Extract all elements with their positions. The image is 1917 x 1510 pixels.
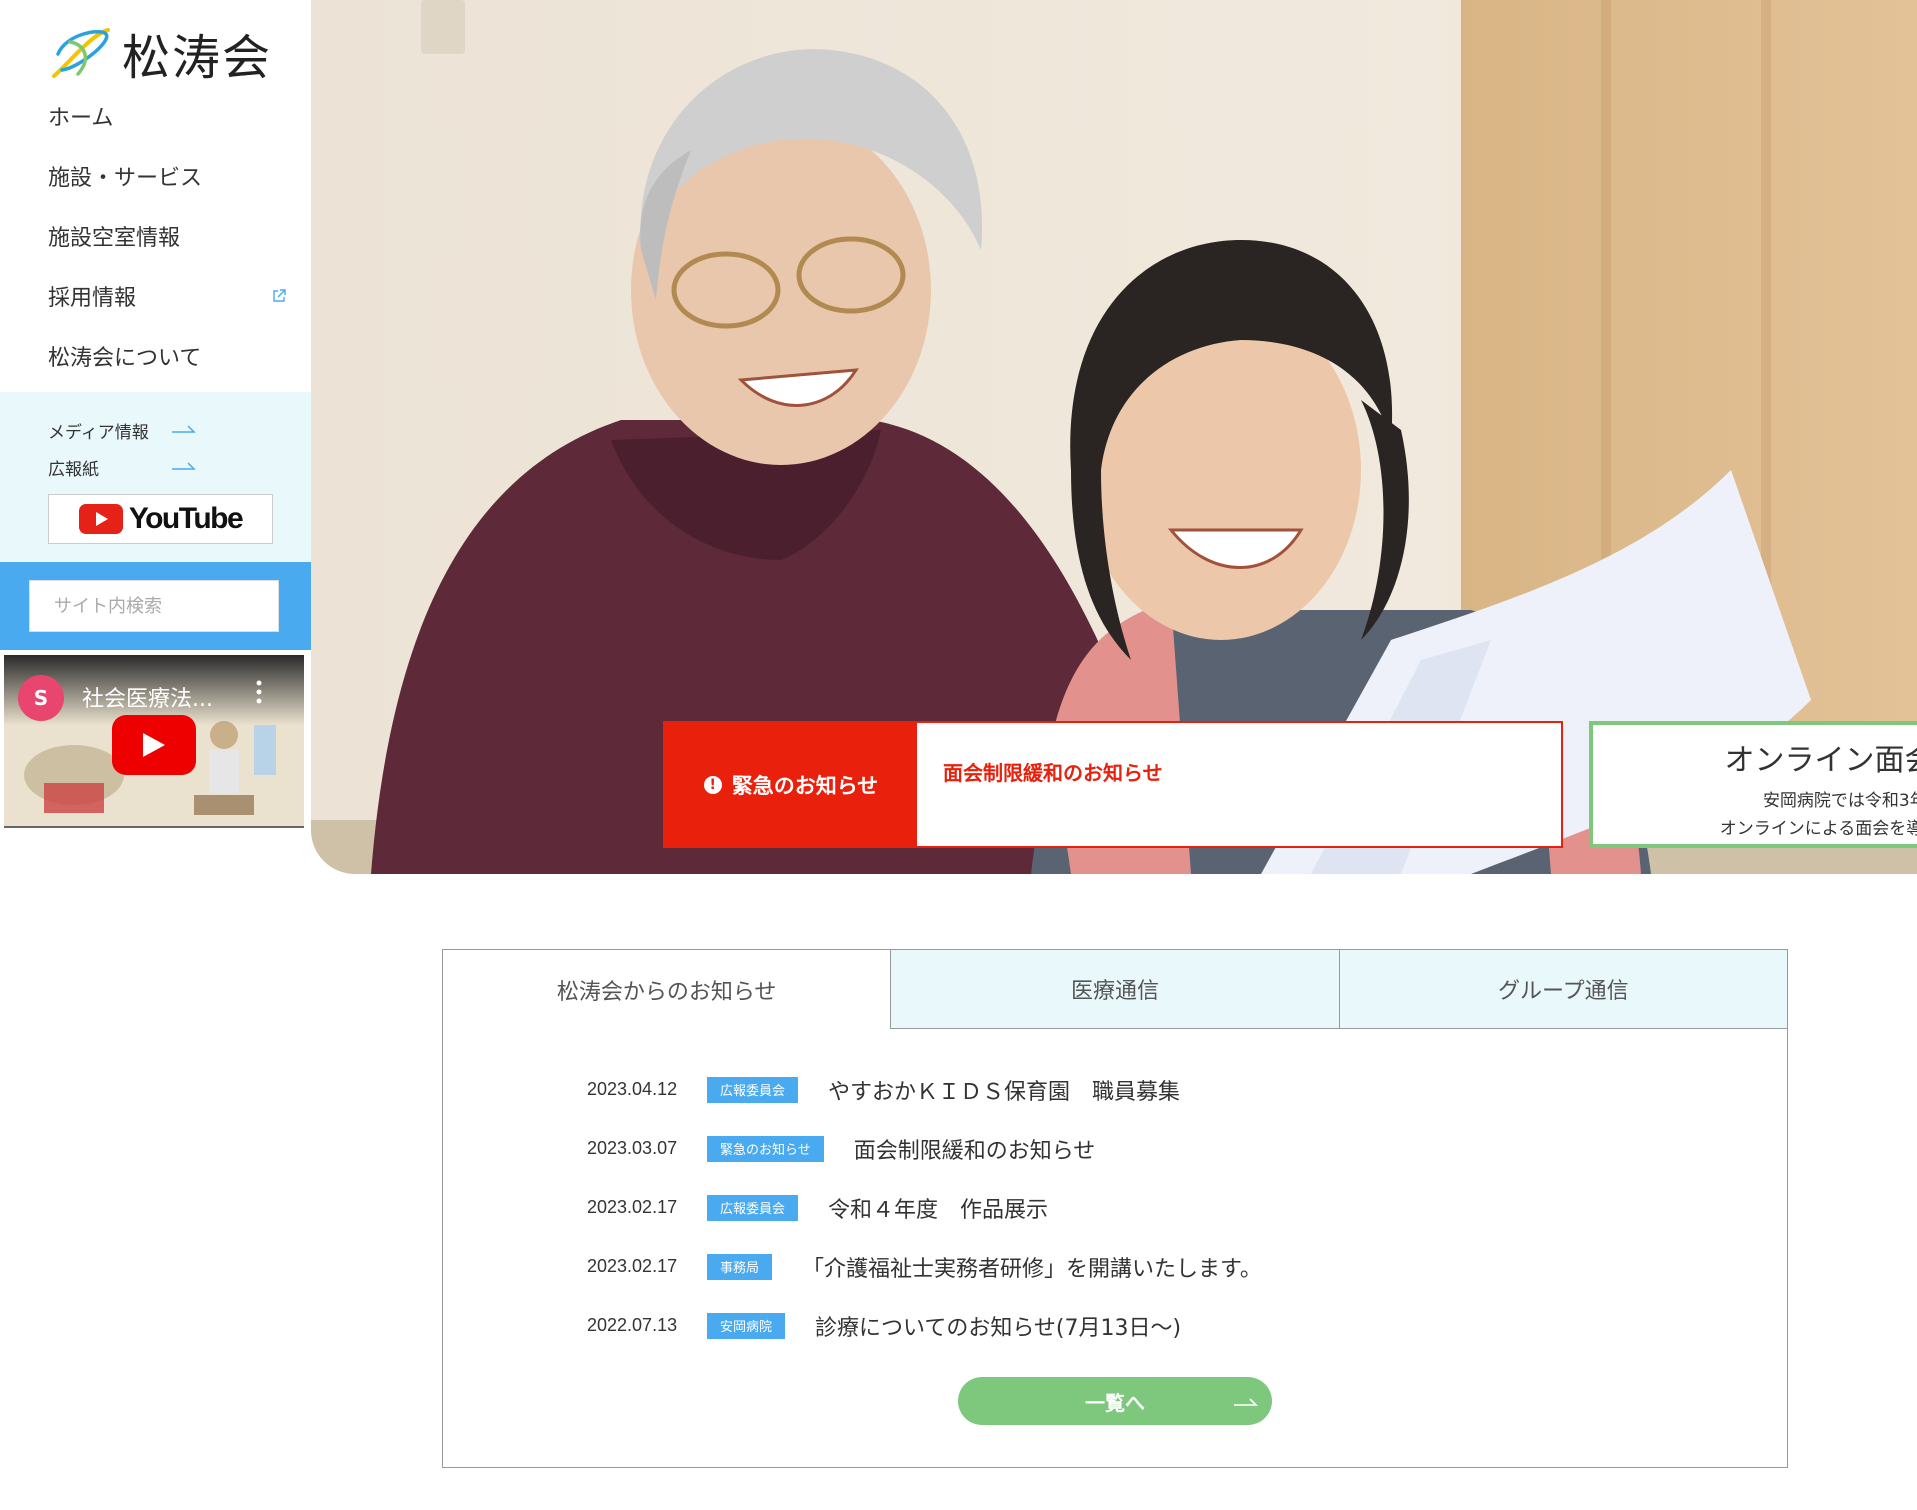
play-button[interactable] — [112, 715, 196, 775]
search-section — [0, 562, 311, 650]
emergency-notice: ! 緊急のお知らせ 面会制限緩和のお知らせ — [663, 721, 1563, 848]
tab-medical-news[interactable]: 医療通信 — [890, 950, 1339, 1029]
news-title: 診療についてのお知らせ(7月13日～) — [815, 1315, 1182, 1341]
nav-item-facilities[interactable]: 施設・サービス — [0, 146, 311, 206]
more-vert-icon[interactable] — [256, 679, 262, 707]
news-date: 2023.02.17 — [587, 1197, 678, 1217]
news-category-badge: 広報委員会 — [707, 1194, 799, 1221]
search-input[interactable] — [30, 581, 279, 631]
nav-item-about[interactable]: 松涛会について — [0, 326, 311, 386]
online-visit-line1: 安岡病院では令和3年3月1日より — [1762, 791, 1917, 811]
media-info-label: メディア情報 — [48, 423, 149, 443]
news-category-badge: 事務局 — [707, 1253, 773, 1280]
news-title: 面会制限緩和のお知らせ — [853, 1138, 1096, 1164]
online-visit-banner[interactable]: オンライン面会のご案内 安岡病院では令和3年3月1日より オンラインによる面会を… — [1589, 721, 1917, 848]
news-section: 松涛会からのお知らせ 医療通信 グループ通信 2023.04.12 広報委員会 … — [442, 949, 1788, 1468]
online-visit-line2: オンラインによる面会を導入いたしました。 — [1719, 819, 1917, 839]
news-item[interactable]: 2022.07.13 安岡病院 診療についてのお知らせ(7月13日～) — [587, 1296, 1262, 1355]
external-link-icon — [273, 289, 286, 302]
nav-item-label: 採用情報 — [48, 286, 137, 311]
news-category-badge: 広報委員会 — [707, 1076, 799, 1103]
news-date: 2022.07.13 — [587, 1315, 678, 1335]
video-title: 社会医療法... — [82, 687, 213, 712]
youtube-label: YouTube — [128, 502, 244, 535]
nav-item-vacancy[interactable]: 施設空室情報 — [0, 206, 311, 266]
search-box — [29, 580, 279, 632]
news-title: 「介護福祉士実務者研修」を開講いたします。 — [802, 1256, 1262, 1282]
online-visit-description: 安岡病院では令和3年3月1日より オンラインによる面会を導入いたしました。 — [1593, 787, 1917, 843]
nav-item-label: 松涛会について — [48, 346, 202, 371]
sidebar: 松涛会 ホーム 施設・サービス 施設空室情報 採用情報 松涛会について メディア… — [0, 0, 311, 830]
newsletter-label: 広報紙 — [48, 460, 99, 480]
main-nav: ホーム 施設・サービス 施設空室情報 採用情報 松涛会について — [0, 86, 311, 386]
news-date: 2023.02.17 — [587, 1256, 678, 1276]
media-section: メディア情報 広報紙 YouTube — [0, 392, 311, 562]
news-item[interactable]: 2023.03.07 緊急のお知らせ 面会制限緩和のお知らせ — [587, 1119, 1262, 1178]
arrow-right-icon — [172, 462, 196, 470]
nav-item-label: 施設・サービス — [48, 166, 203, 191]
news-date: 2023.04.12 — [587, 1079, 678, 1099]
tab-shotokai-news[interactable]: 松涛会からのお知らせ — [443, 950, 891, 1029]
arrow-right-icon — [172, 425, 196, 433]
logo-mark-icon — [52, 28, 110, 78]
media-info-link[interactable]: メディア情報 — [48, 418, 196, 443]
alert-icon: ! — [703, 775, 722, 794]
online-visit-title: オンライン面会のご案内 — [1724, 743, 1917, 778]
view-all-label: 一覧へ — [1085, 1390, 1145, 1415]
view-all-news-button[interactable]: 一覧へ — [958, 1377, 1272, 1425]
logo-text: 松涛会 — [122, 30, 273, 86]
tab-group-news[interactable]: グループ通信 — [1338, 950, 1787, 1029]
news-item[interactable]: 2023.02.17 広報委員会 令和４年度 作品展示 — [587, 1178, 1262, 1237]
emergency-label-box: ! 緊急のお知らせ — [665, 723, 917, 846]
news-item[interactable]: 2023.02.17 事務局 「介護福祉士実務者研修」を開講いたします。 — [587, 1237, 1262, 1296]
play-icon — [143, 733, 165, 757]
nav-item-home[interactable]: ホーム — [0, 86, 311, 146]
youtube-video-embed[interactable]: S 社会医療法... — [4, 655, 304, 828]
youtube-play-icon — [78, 504, 123, 534]
news-category-badge: 緊急のお知らせ — [707, 1135, 824, 1162]
nav-item-label: ホーム — [48, 106, 114, 131]
news-category-badge: 安岡病院 — [707, 1312, 786, 1339]
news-item[interactable]: 2023.04.12 広報委員会 やすおかＫＩＤＳ保育園 職員募集 — [587, 1060, 1262, 1119]
youtube-button[interactable]: YouTube — [48, 494, 273, 544]
news-tabs: 松涛会からのお知らせ 医療通信 グループ通信 — [443, 950, 1787, 1029]
newsletter-link[interactable]: 広報紙 — [48, 455, 196, 480]
hero-section: ! 緊急のお知らせ 面会制限緩和のお知らせ オンライン面会のご案内 安岡病院では… — [311, 0, 1917, 874]
emergency-label: 緊急のお知らせ — [731, 773, 879, 798]
site-logo[interactable]: 松涛会 — [48, 18, 272, 88]
news-title: 令和４年度 作品展示 — [828, 1197, 1049, 1223]
nav-item-recruit[interactable]: 採用情報 — [0, 266, 311, 326]
news-list: 2023.04.12 広報委員会 やすおかＫＩＤＳ保育園 職員募集 2023.0… — [587, 1060, 1262, 1355]
channel-avatar: S — [18, 675, 64, 721]
arrow-right-icon — [1234, 1398, 1258, 1406]
news-title: やすおかＫＩＤＳ保育園 職員募集 — [828, 1079, 1181, 1105]
emergency-notice-link[interactable]: 面会制限緩和のお知らせ — [917, 723, 1163, 846]
nav-item-label: 施設空室情報 — [48, 226, 181, 251]
news-date: 2023.03.07 — [587, 1138, 678, 1158]
